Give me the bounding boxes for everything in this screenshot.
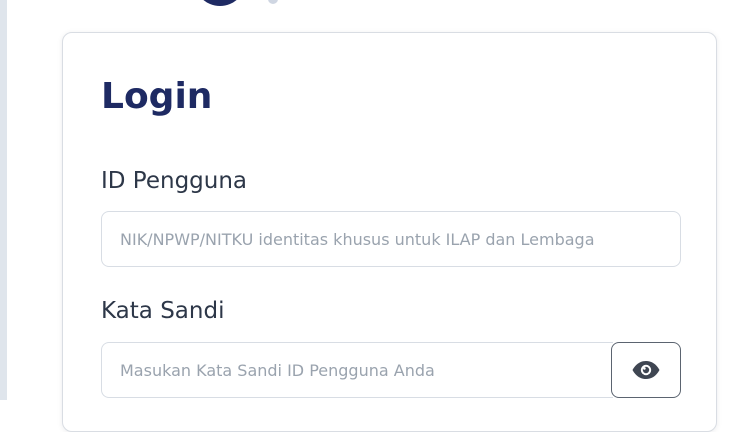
password-input[interactable] bbox=[102, 343, 613, 397]
eye-icon bbox=[632, 361, 660, 379]
brand-logo-partial bbox=[194, 0, 246, 6]
user-id-input[interactable] bbox=[102, 212, 680, 266]
user-id-label: ID Pengguna bbox=[101, 168, 248, 194]
password-label: Kata Sandi bbox=[101, 298, 225, 324]
user-id-field bbox=[101, 211, 681, 267]
login-title: Login bbox=[101, 76, 213, 117]
login-card: Login ID Pengguna Kata Sandi bbox=[62, 32, 717, 432]
toggle-password-visibility-button[interactable] bbox=[611, 342, 681, 398]
password-field bbox=[101, 342, 613, 398]
left-edge-panel bbox=[0, 0, 7, 400]
brand-logo-mark-partial bbox=[268, 0, 278, 4]
